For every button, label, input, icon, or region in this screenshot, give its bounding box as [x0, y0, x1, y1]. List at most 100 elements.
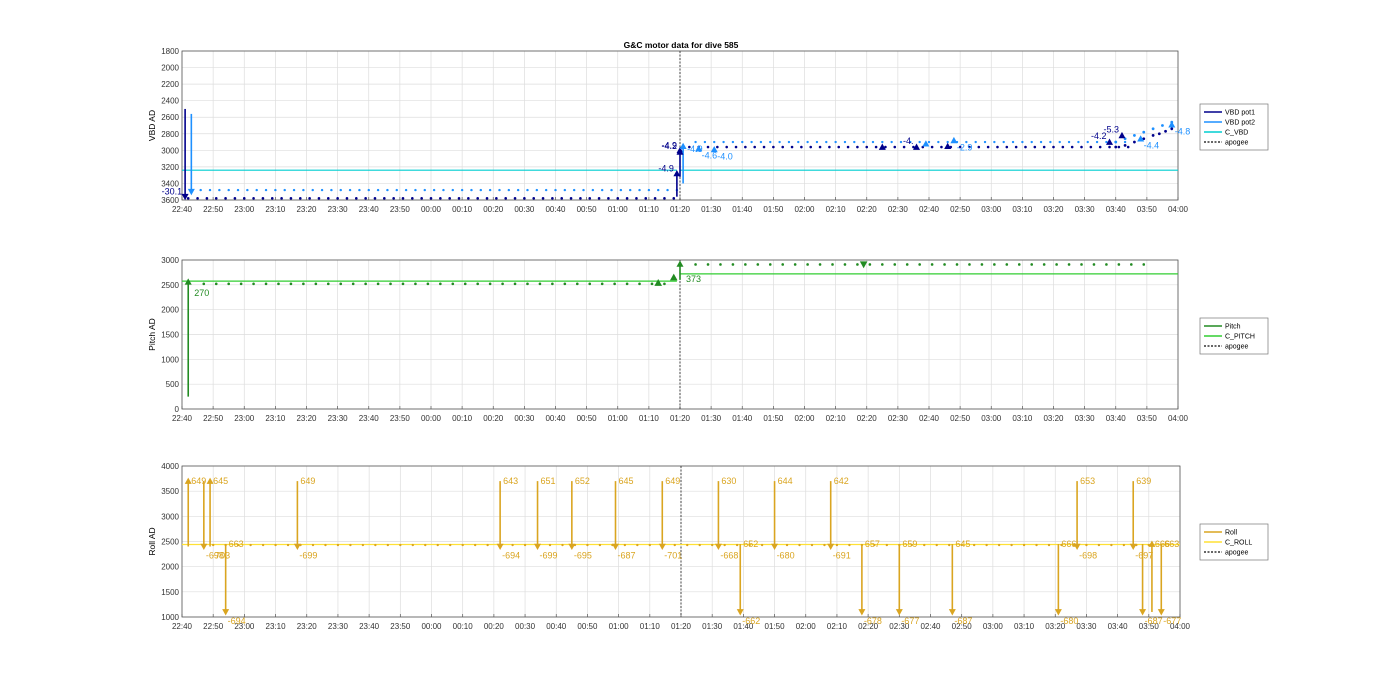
vbd-pot2-point [638, 188, 641, 192]
vbd-pot1-point [364, 197, 367, 200]
pitch-point [1067, 263, 1071, 266]
pitch-point [1042, 263, 1046, 266]
x-tick-label: 02:40 [919, 205, 940, 214]
pitch-point [376, 282, 380, 286]
x-tick-label: 23:00 [234, 414, 255, 423]
vbd-pot2-point [759, 140, 763, 144]
x-tick-label: 03:40 [1106, 205, 1127, 214]
roll-point [286, 543, 290, 547]
pitch-point [793, 263, 797, 266]
x-tick-label: 03:00 [983, 622, 1004, 631]
roll-bottom-label: -668 [720, 551, 738, 561]
roll-top-label: 639 [1136, 476, 1151, 486]
x-tick-label: 01:10 [640, 622, 661, 631]
vbd-pot1-point [1033, 145, 1037, 149]
x-tick-label: 01:20 [670, 414, 691, 423]
roll-top-label: 659 [902, 539, 917, 549]
vbd-pot1-point [1123, 143, 1127, 147]
x-tick-label: 01:40 [732, 205, 753, 214]
roll-top-label: 663 [229, 539, 244, 549]
x-tick-label: 02:00 [794, 205, 815, 214]
roll-point [424, 543, 427, 547]
vbd-pot1-point [1114, 145, 1118, 149]
vbd-pot1-point [996, 145, 999, 149]
vbd-pot1-point [790, 145, 794, 149]
roll-point [324, 543, 327, 547]
roll-point [673, 543, 676, 547]
vbd-pot1-point [1098, 145, 1102, 149]
vbd-pot2-point [423, 188, 426, 192]
pitch-point [613, 282, 616, 286]
chart-panel-3: 22:40 22:50 23:00 23:10 23:20 23:30 23:40 23:50… [147, 462, 1269, 631]
vbd-pot1-point [672, 197, 676, 200]
roll-bottom-label: -662 [742, 616, 760, 626]
vbd-pot2-point [899, 140, 903, 144]
vbd-pot1-point [1157, 132, 1161, 136]
vbd-pot2-point [600, 188, 604, 192]
pitch-point [501, 282, 504, 286]
roll-point [374, 543, 377, 547]
vbd-pot2-point [1011, 140, 1015, 144]
x-tick-label: 00:40 [545, 205, 566, 214]
roll-point [561, 543, 564, 547]
vbd-pot1-point [495, 197, 498, 200]
vbd-pot1-point [439, 197, 442, 200]
pitch-point [625, 282, 629, 286]
vbd-pot2-point [1133, 134, 1136, 137]
roll-point [311, 543, 315, 547]
vbd-pot1-point [1089, 145, 1093, 149]
x-tick-label: 03:10 [1014, 622, 1035, 631]
x-tick-label: 02:30 [888, 205, 909, 214]
x-tick-label: 23:40 [359, 622, 380, 631]
roll-point [810, 543, 814, 547]
roll-point [623, 543, 627, 547]
legend-entry: C_VBD [1225, 130, 1248, 137]
vbd-pot1-point [186, 197, 190, 200]
vbd-pot2-point [395, 188, 398, 192]
vbd-pot2-point [460, 188, 464, 192]
roll-move-arrow-head [534, 543, 542, 551]
roll-point [548, 543, 552, 547]
vbd-pot2-point [311, 188, 314, 192]
x-tick-label: 00:20 [483, 414, 504, 423]
x-tick-label: 23:00 [234, 205, 255, 214]
roll-point [923, 543, 926, 547]
roll-top-label: 649 [665, 476, 680, 486]
roll-move-arrow-head [200, 543, 208, 551]
vbd-pot2-point [488, 188, 492, 192]
pitch-point [1105, 263, 1108, 266]
vbd-pot1-point [734, 145, 738, 149]
vbd-pot2-point [470, 188, 473, 192]
vbd-pot1-point [725, 145, 728, 149]
roll-point [848, 543, 851, 547]
x-tick-label: 02:50 [950, 414, 971, 423]
x-tick-label: 01:30 [702, 622, 723, 631]
roll-point [648, 543, 652, 547]
roll-top-label: 657 [865, 539, 880, 549]
roll-move-arrow-head [658, 543, 666, 551]
vbd-pot2-point [647, 188, 651, 192]
pitch-point [1017, 263, 1021, 266]
vbd-pot2-point [227, 188, 230, 192]
x-tick-label: 02:40 [919, 414, 940, 423]
roll-bottom-label: -698 [1079, 551, 1097, 561]
pitch-point [638, 282, 641, 286]
roll-point [760, 543, 764, 547]
vbd-pot1-point [532, 197, 536, 200]
vbd-pot2-point [554, 188, 557, 192]
pitch-point [694, 263, 697, 266]
vbd-marker-label: -4.2 [661, 141, 677, 151]
pitch-point [881, 263, 884, 266]
pitch-point [1117, 263, 1121, 266]
vbd-pot2-point [787, 140, 791, 144]
x-tick-label: 01:20 [670, 205, 691, 214]
vbd-pot2-point [404, 188, 408, 192]
vbd-pot2-point [750, 140, 753, 144]
vbd-pot2-point [713, 140, 716, 144]
x-tick-label: 01:40 [732, 414, 753, 423]
x-tick-label: 02:20 [857, 205, 878, 214]
roll-top-label: 663 [1164, 539, 1179, 549]
vbd-pot1-point [607, 197, 610, 200]
vbd-pot2-point [255, 188, 258, 192]
vbd-pot2-point [367, 188, 370, 192]
